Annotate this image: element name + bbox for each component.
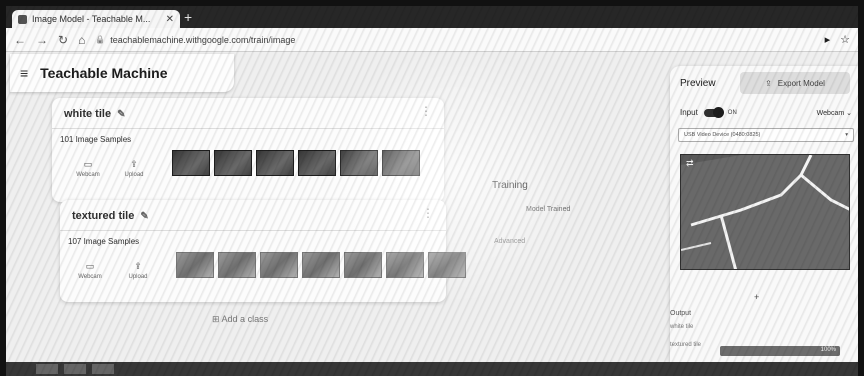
start-icon[interactable] [36,364,58,374]
tab-title: Image Model - Teachable M... [32,14,151,24]
input-label: Input [680,108,698,117]
output-class-label: white tile [670,324,694,330]
edit-icon[interactable]: ✎ [140,211,148,222]
url-text: teachablemachine.withgoogle.com/train/im… [110,34,296,45]
webcam-button[interactable]: ▭ Webcam [72,254,108,286]
app-area: ≡ Teachable Machine white tile ✎ ⋮ 101 I… [6,52,858,376]
camera-icon: ▭ [85,260,95,271]
app-header: ≡ Teachable Machine [10,54,234,92]
lock-icon: 🔒 [95,35,106,44]
sample-thumbnail[interactable] [344,252,382,278]
chevron-down-icon: ▾ [845,132,848,138]
upload-button[interactable]: ⇪ Upload [120,254,156,286]
class-name[interactable]: white tile ✎ [64,108,125,120]
browser-tab[interactable]: Image Model - Teachable M... ✕ [12,10,180,28]
advanced-toggle[interactable]: Advanced [494,238,525,245]
flip-camera-icon[interactable]: ⇄ [686,158,694,169]
menu-icon[interactable]: ≡ [20,65,28,81]
upload-label: Upload [128,273,148,280]
upload-icon: ⇪ [765,78,772,88]
training-title: Training [492,180,528,191]
sample-thumbnail[interactable] [214,150,252,176]
favicon-icon [18,14,27,24]
webcam-preview [680,154,850,270]
chevron-down-icon: ⌄ [846,109,852,117]
export-model-button[interactable]: ⇪ Export Model [740,72,850,94]
confidence-bar: 100% [720,346,840,356]
webcam-feed-image [681,155,849,269]
more-options-icon[interactable]: ⋮ [422,206,434,220]
class-card: textured tile ✎ ⋮ 107 Image Samples ▭ We… [60,200,466,302]
sample-thumbnail[interactable] [302,252,340,278]
samples-count: 101 Image Samples [60,135,132,144]
export-model-label: Export Model [777,78,825,88]
webcam-button[interactable]: ▭ Webcam [70,152,106,184]
sample-thumbnail[interactable] [172,150,210,176]
star-icon[interactable]: ☆ [840,33,850,46]
input-row: Input ON Webcam ⌄ [680,106,852,118]
sample-thumbnail[interactable] [256,150,294,176]
browser-toolbar: ← → ↻ ⌂ 🔒 teachablemachine.withgoogle.co… [6,28,858,52]
confidence-value: 100% [820,347,836,353]
add-icon: ⊞ [212,314,222,324]
sample-thumbnail[interactable] [260,252,298,278]
webcam-label: Webcam [76,171,100,178]
device-select[interactable]: USB Video Device (0480:0825) ▾ [678,128,854,142]
taskbar [6,362,858,376]
sample-thumbnails [172,150,420,176]
taskbar-app-icon[interactable] [92,364,114,374]
sample-thumbnail[interactable] [386,252,424,278]
home-icon[interactable]: ⌂ [78,33,85,47]
preview-panel: Preview ⇪ Export Model Input ON Webcam ⌄… [670,66,858,376]
reload-icon[interactable]: ↻ [58,33,68,47]
app-title: Teachable Machine [40,65,168,81]
taskbar-app-icon[interactable] [64,364,86,374]
confidence-bar-fill: 100% [720,346,840,356]
edit-icon[interactable]: ✎ [117,109,125,120]
browser-tabbar: Image Model - Teachable M... ✕ + [6,6,858,28]
divider [60,230,446,231]
add-icon: + [754,292,760,302]
class-card: white tile ✎ ⋮ 101 Image Samples ▭ Webca… [52,98,444,202]
samples-count: 107 Image Samples [68,237,140,246]
sample-thumbnail[interactable] [428,252,466,278]
device-label: USB Video Device (0480:0825) [684,132,761,138]
screen: Image Model - Teachable M... ✕ + ← → ↻ ⌂… [6,6,858,376]
input-source-label: Webcam [816,109,845,117]
output-label: Output [670,310,692,317]
sample-thumbnails [176,252,466,278]
divider [52,128,444,129]
upload-label: Upload [124,171,144,178]
sample-thumbnail[interactable] [218,252,256,278]
camera-icon: ▭ [83,158,93,169]
sample-thumbnail[interactable] [176,252,214,278]
on-label: ON [727,109,737,116]
input-toggle[interactable] [703,106,724,118]
more-options-icon[interactable]: ⋮ [420,104,432,118]
sample-thumbnail[interactable] [298,150,336,176]
back-icon[interactable]: ← [14,33,26,47]
upload-icon: ⇪ [130,158,138,169]
add-class-button[interactable]: ⊞ Add a class [212,314,268,325]
close-icon[interactable]: ✕ [166,14,174,25]
add-class-label: Add a class [221,314,269,324]
input-source-select[interactable]: Webcam ⌄ [817,109,852,117]
preview-title: Preview [680,78,716,89]
train-model-button[interactable]: Model Trained [526,206,570,213]
upload-icon: ⇪ [134,260,142,271]
webcam-label: Webcam [78,273,102,280]
bookmark-icon[interactable]: ▸ [825,33,831,46]
upload-button[interactable]: ⇪ Upload [116,152,152,184]
new-tab-icon[interactable]: + [184,9,192,25]
class-name-label: white tile [64,108,112,120]
class-name[interactable]: textured tile ✎ [72,210,149,222]
forward-icon[interactable]: → [36,33,48,47]
sample-thumbnail[interactable] [382,150,420,176]
address-bar[interactable]: 🔒 teachablemachine.withgoogle.com/train/… [95,35,295,45]
class-name-label: textured tile [72,210,135,222]
output-class-label: textured tile [670,342,702,348]
sample-thumbnail[interactable] [340,150,378,176]
